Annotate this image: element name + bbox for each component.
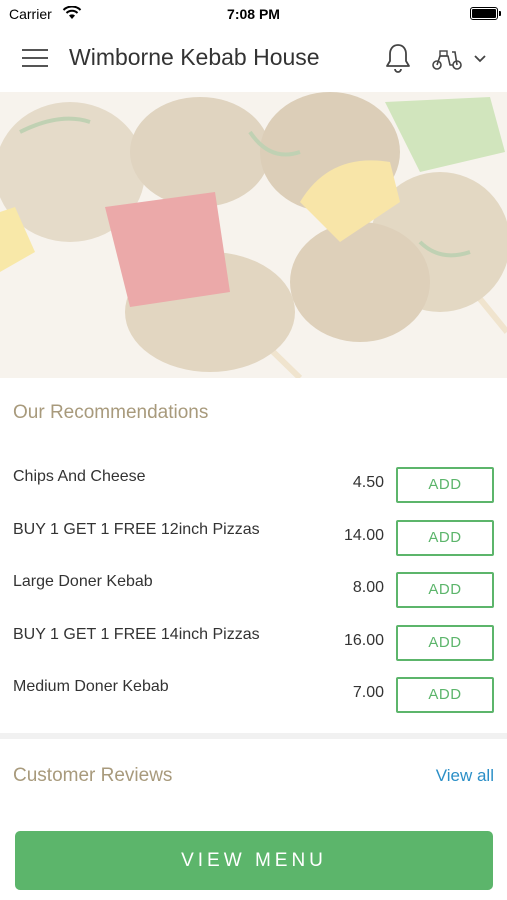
view-all-link[interactable]: View all (436, 766, 494, 786)
view-menu-button[interactable]: VIEW MENU (15, 831, 493, 890)
app-header: Wimborne Kebab House (0, 28, 507, 92)
scooter-icon[interactable] (430, 46, 464, 72)
chevron-down-icon[interactable] (473, 54, 487, 64)
add-button[interactable]: ADD (396, 624, 494, 661)
hamburger-icon[interactable] (22, 49, 48, 71)
recommendations-list: Chips And Cheese 4.50 ADD BUY 1 GET 1 FR… (0, 458, 507, 721)
item-price: 14.00 (343, 526, 384, 544)
item-name: BUY 1 GET 1 FREE 14inch Pizzas (13, 625, 260, 643)
section-divider (0, 733, 507, 739)
bell-icon[interactable] (384, 42, 412, 74)
item-name: Large Doner Kebab (13, 573, 153, 590)
list-item: BUY 1 GET 1 FREE 14inch Pizzas 16.00 ADD (0, 616, 507, 669)
add-button[interactable]: ADD (396, 572, 494, 608)
status-bar: Carrier 7:08 PM (0, 0, 507, 28)
item-name: Chips And Cheese (13, 468, 146, 485)
list-item: Chips And Cheese 4.50 ADD (0, 458, 507, 511)
add-button[interactable]: ADD (396, 519, 494, 556)
item-price: 16.00 (343, 631, 384, 649)
status-time: 7:08 PM (227, 6, 280, 22)
list-item: Medium Doner Kebab 7.00 ADD (0, 668, 507, 721)
add-button[interactable]: ADD (396, 467, 494, 503)
battery-icon (470, 7, 501, 20)
list-item: Large Doner Kebab 8.00 ADD (0, 563, 507, 616)
page-title: Wimborne Kebab House (69, 44, 320, 70)
recommendations-title: Our Recommendations (13, 402, 209, 423)
reviews-title: Customer Reviews (13, 765, 173, 786)
item-price: 8.00 (352, 579, 384, 596)
list-item: BUY 1 GET 1 FREE 12inch Pizzas 14.00 ADD (0, 511, 507, 564)
item-name: Medium Doner Kebab (13, 678, 169, 695)
hero-image (0, 92, 507, 378)
item-name: BUY 1 GET 1 FREE 12inch Pizzas (13, 520, 260, 538)
add-button[interactable]: ADD (396, 677, 494, 713)
item-price: 4.50 (352, 474, 384, 491)
item-price: 7.00 (352, 684, 384, 701)
